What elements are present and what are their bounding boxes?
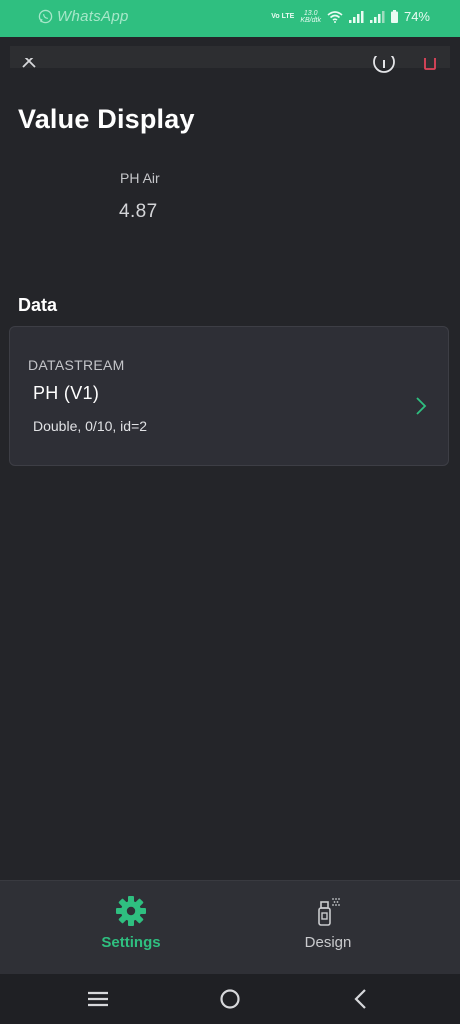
battery-icon [390, 10, 398, 23]
data-section-title: Data [18, 295, 58, 315]
info-icon [373, 56, 395, 73]
network-speed: 13.0 KB/dtk [300, 9, 321, 24]
tab-settings-label: Settings [101, 934, 161, 951]
signal-icon-sim1 [348, 10, 364, 23]
close-button[interactable] [20, 58, 38, 72]
notification-area: WhatsApp [38, 8, 129, 25]
wifi-icon [327, 10, 343, 23]
chevron-right-icon [416, 397, 427, 415]
datastream-card[interactable]: DATASTREAM PH (V1) Double, 0/10, id=2 [9, 326, 449, 466]
bottom-tab-bar: Settings Design [0, 880, 460, 974]
widget-preview-label: PH Air [120, 170, 160, 186]
system-indicators: Vo LTE 13.0 KB/dtk 74% [271, 9, 430, 24]
info-button[interactable] [372, 56, 396, 76]
volte-indicator: Vo LTE [271, 13, 295, 20]
whatsapp-icon [38, 9, 53, 24]
system-navigation-bar [0, 974, 460, 1024]
datastream-name: PH (V1) [33, 383, 100, 403]
trash-icon [424, 58, 436, 70]
status-bar: WhatsApp Vo LTE 13.0 KB/dtk 74% [0, 0, 460, 37]
recent-apps-icon[interactable] [84, 987, 112, 1011]
notification-app-name: WhatsApp [57, 8, 129, 25]
tab-design-label: Design [304, 934, 352, 951]
page-title: Value Display [18, 104, 195, 134]
spray-icon [318, 898, 340, 926]
back-icon[interactable] [348, 987, 376, 1011]
datastream-heading: DATASTREAM [28, 357, 125, 373]
signal-icon-sim2 [369, 10, 385, 23]
close-icon [22, 58, 36, 68]
widget-preview-value: 4.87 [119, 201, 158, 222]
battery-percent: 74% [403, 9, 430, 24]
delete-button[interactable] [422, 58, 438, 74]
tab-design[interactable]: Design [248, 881, 408, 975]
tab-settings[interactable]: Settings [51, 881, 211, 975]
value-display-settings-screen: WhatsApp Vo LTE 13.0 KB/dtk 74% Value Di… [0, 0, 460, 1024]
datastream-details: Double, 0/10, id=2 [33, 418, 148, 434]
home-icon[interactable] [216, 987, 244, 1011]
gear-icon [116, 896, 146, 926]
